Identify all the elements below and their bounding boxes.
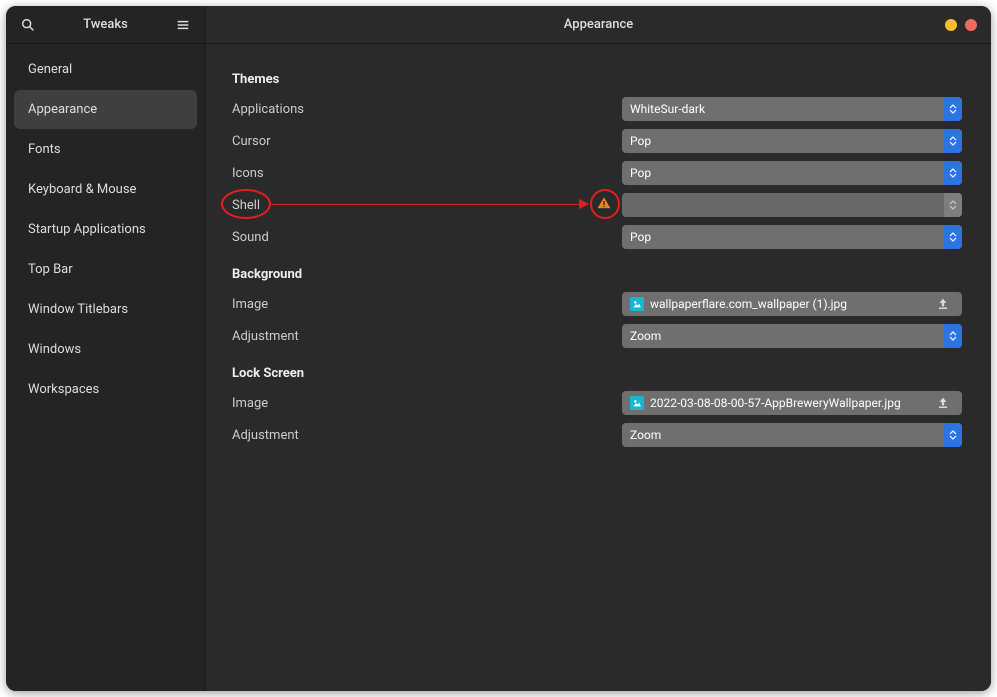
sidebar-item-fonts[interactable]: Fonts <box>14 130 197 169</box>
dropdown-icons[interactable]: Pop <box>622 161 962 185</box>
sidebar-list: General Appearance Fonts Keyboard & Mous… <box>6 44 205 416</box>
filepicker-bg-filename: wallpaperflare.com_wallpaper (1).jpg <box>650 297 926 311</box>
filepicker-ls-image[interactable]: 2022-03-08-08-00-57-AppBreweryWallpaper.… <box>622 391 962 415</box>
upload-icon <box>932 297 954 311</box>
minimize-button[interactable] <box>945 19 957 31</box>
filepicker-bg-image[interactable]: wallpaperflare.com_wallpaper (1).jpg <box>622 292 962 316</box>
image-file-icon <box>630 297 644 311</box>
label-ls-adjustment: Adjustment <box>232 428 572 443</box>
sidebar-item-general[interactable]: General <box>14 50 197 89</box>
label-icons: Icons <box>232 166 572 181</box>
sidebar-item-workspaces[interactable]: Workspaces <box>14 370 197 409</box>
upload-icon <box>932 396 954 410</box>
label-cursor: Cursor <box>232 134 572 149</box>
row-applications: Applications WhiteSur-dark <box>232 93 965 125</box>
search-icon <box>20 17 36 33</box>
dropdown-sound-value: Pop <box>630 230 651 244</box>
sidebar-item-window-titlebars[interactable]: Window Titlebars <box>14 290 197 329</box>
hamburger-button[interactable] <box>169 11 197 39</box>
label-bg-adjustment: Adjustment <box>232 329 572 344</box>
main-header: Appearance <box>206 6 991 44</box>
dropdown-icons-value: Pop <box>630 166 651 180</box>
dropdown-spinner-icon <box>944 97 962 121</box>
dropdown-applications-value: WhiteSur-dark <box>630 102 705 116</box>
filepicker-ls-filename: 2022-03-08-08-00-57-AppBreweryWallpaper.… <box>650 396 926 410</box>
sidebar-item-appearance[interactable]: Appearance <box>14 90 197 129</box>
sidebar-item-windows[interactable]: Windows <box>14 330 197 369</box>
sidebar: Tweaks General Appearance Fonts Keyboard… <box>6 6 206 691</box>
app-title: Tweaks <box>50 17 161 32</box>
row-shell: Shell <box>232 189 965 221</box>
content-area: Themes Applications WhiteSur-dark Cursor… <box>206 44 991 471</box>
row-ls-image: Image 2022-03-08-08-00-57-AppBreweryWall… <box>232 387 965 419</box>
row-sound: Sound Pop <box>232 221 965 253</box>
window-controls <box>945 19 977 31</box>
section-themes-title: Themes <box>232 72 965 87</box>
row-bg-image: Image wallpaperflare.com_wallpaper (1).j… <box>232 288 965 320</box>
dropdown-spinner-icon <box>944 129 962 153</box>
dropdown-spinner-icon <box>944 225 962 249</box>
hamburger-icon <box>175 17 191 33</box>
dropdown-cursor[interactable]: Pop <box>622 129 962 153</box>
sidebar-item-top-bar[interactable]: Top Bar <box>14 250 197 289</box>
close-button[interactable] <box>965 19 977 31</box>
sidebar-item-startup-applications[interactable]: Startup Applications <box>14 210 197 249</box>
dropdown-ls-adjustment-value: Zoom <box>630 428 661 442</box>
sidebar-item-keyboard-mouse[interactable]: Keyboard & Mouse <box>14 170 197 209</box>
dropdown-shell[interactable] <box>622 193 962 217</box>
app-window: Tweaks General Appearance Fonts Keyboard… <box>6 6 991 691</box>
search-button[interactable] <box>14 11 42 39</box>
row-icons: Icons Pop <box>232 157 965 189</box>
section-lockscreen-title: Lock Screen <box>232 366 965 381</box>
label-ls-image: Image <box>232 396 572 411</box>
page-title: Appearance <box>206 17 991 32</box>
sidebar-header: Tweaks <box>6 6 205 44</box>
warning-icon <box>596 195 612 215</box>
label-bg-image: Image <box>232 297 572 312</box>
dropdown-cursor-value: Pop <box>630 134 651 148</box>
dropdown-spinner-icon <box>944 161 962 185</box>
dropdown-sound[interactable]: Pop <box>622 225 962 249</box>
dropdown-spinner-icon <box>944 324 962 348</box>
dropdown-applications[interactable]: WhiteSur-dark <box>622 97 962 121</box>
label-applications: Applications <box>232 102 572 117</box>
dropdown-spinner-icon <box>944 193 962 217</box>
main-panel: Appearance Themes Applications WhiteSur-… <box>206 6 991 691</box>
label-sound: Sound <box>232 230 572 245</box>
image-file-icon <box>630 396 644 410</box>
dropdown-spinner-icon <box>944 423 962 447</box>
label-shell: Shell <box>232 198 572 213</box>
row-cursor: Cursor Pop <box>232 125 965 157</box>
section-background-title: Background <box>232 267 965 282</box>
dropdown-bg-adjustment-value: Zoom <box>630 329 661 343</box>
dropdown-ls-adjustment[interactable]: Zoom <box>622 423 962 447</box>
row-ls-adjustment: Adjustment Zoom <box>232 419 965 451</box>
row-bg-adjustment: Adjustment Zoom <box>232 320 965 352</box>
dropdown-bg-adjustment[interactable]: Zoom <box>622 324 962 348</box>
